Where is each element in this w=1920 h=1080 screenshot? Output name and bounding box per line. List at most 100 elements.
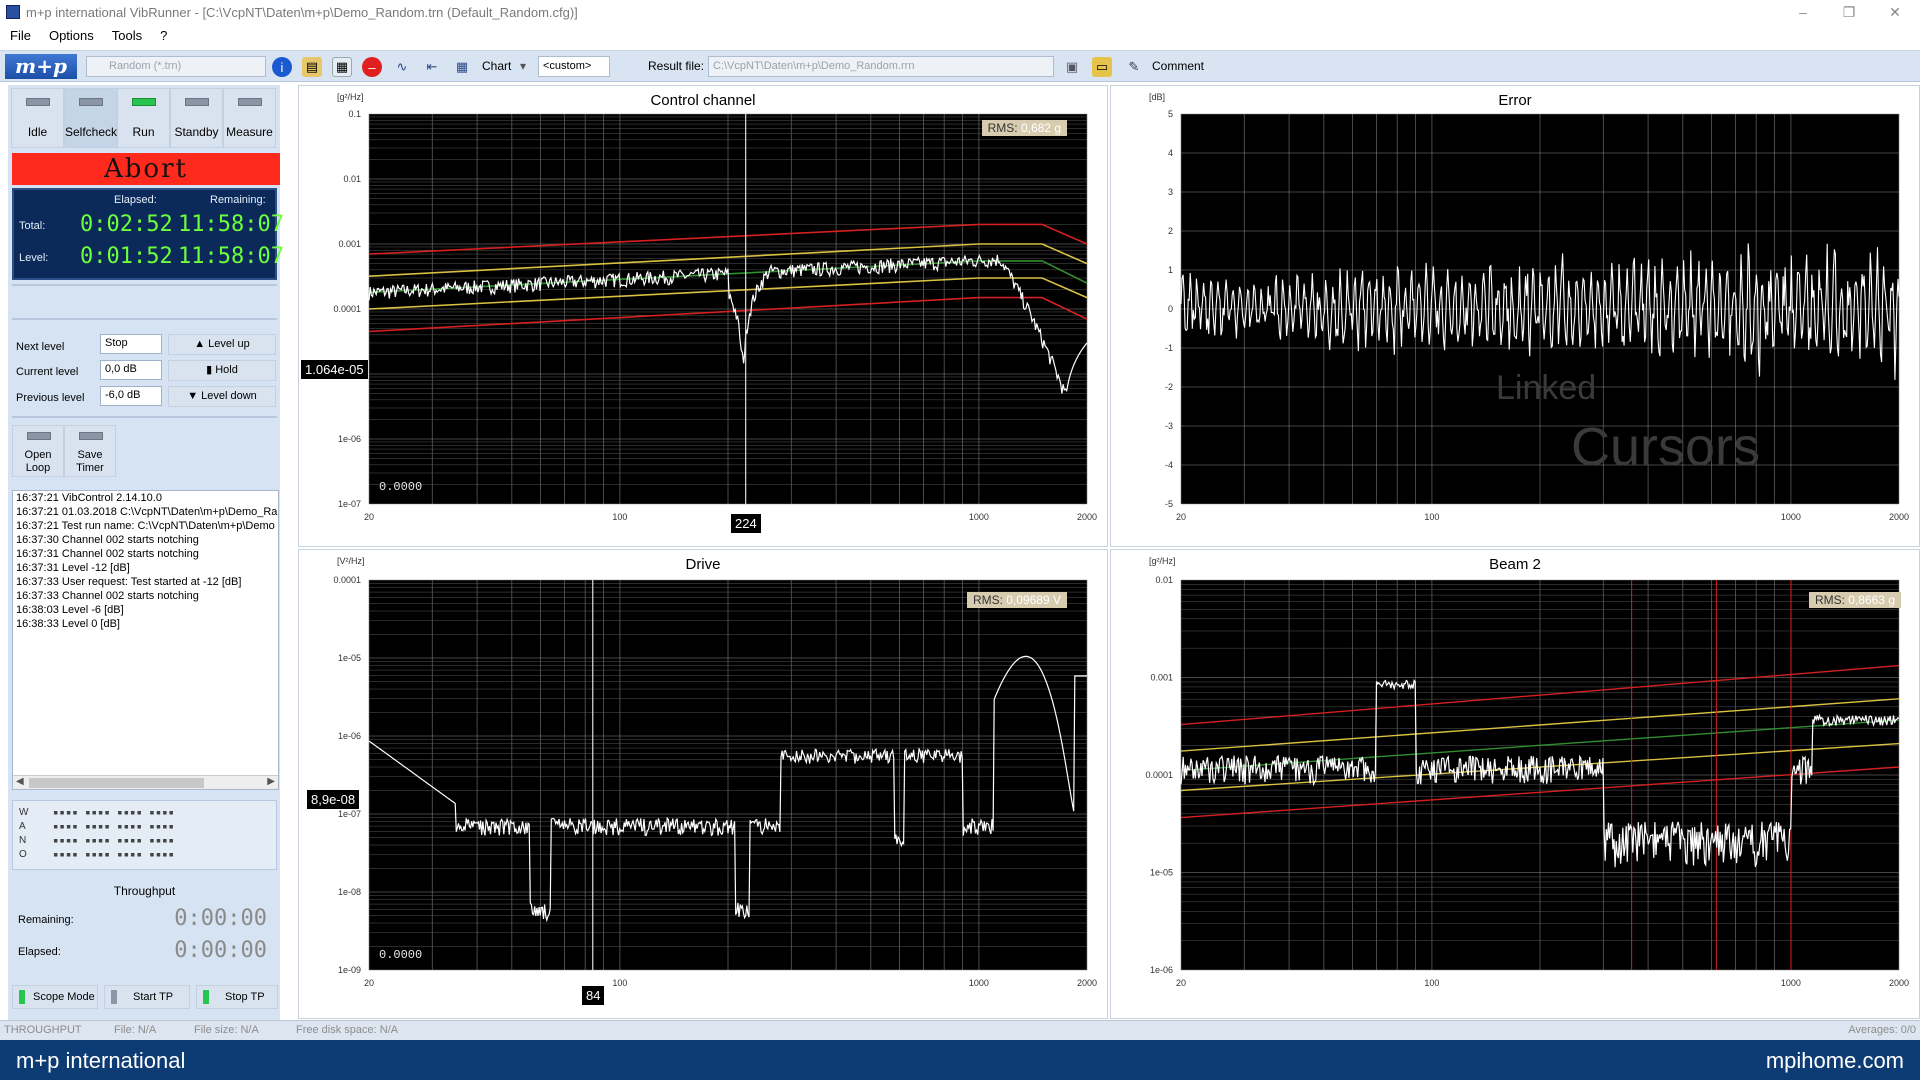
start-tp-button[interactable]: Start TP xyxy=(104,985,190,1009)
rms-badge: RMS: 0,682 g xyxy=(981,120,1067,136)
menu-tools[interactable]: Tools xyxy=(112,28,142,43)
result-file-path[interactable]: C:\VcpNT\Daten\m+p\Demo_Random.rrn xyxy=(708,56,1054,77)
led-dots-icon: ▪▪▪▪ ▪▪▪▪ ▪▪▪▪ ▪▪▪▪ ▪▪▪▪ ▪▪▪▪ ▪▪▪▪ ▪▪▪▪ ▪▪… xyxy=(53,808,175,860)
divider xyxy=(12,284,277,286)
scroll-left-icon[interactable]: ◀ xyxy=(16,776,24,787)
drive-chart[interactable]: Drive [V²/Hz] 0.0001 1e-05 1e-06 1e-07 1e-08… xyxy=(298,549,1108,1019)
save-timer-button[interactable]: Save Timer xyxy=(64,425,116,477)
y-tick-label: -2 xyxy=(1165,382,1173,392)
error-chart[interactable]: Error [dB] 5 4 3 2 1 0 -1 -2 -3 -4 -5 20 100 1000 2000… xyxy=(1110,85,1920,547)
book-icon[interactable]: ▤ xyxy=(302,57,322,77)
level-down-button[interactable]: ▼ Level down xyxy=(168,386,276,407)
custom-select[interactable]: <custom> xyxy=(538,56,610,77)
x-tick-label: 20 xyxy=(364,978,374,988)
stop-icon[interactable]: – xyxy=(362,57,382,77)
restore-icon[interactable]: ❐ xyxy=(1826,0,1872,24)
divider xyxy=(12,318,277,320)
control-channel-plot[interactable]: 0.10.010.0010.00011e-051e-061e-072010010… xyxy=(299,86,1109,548)
open-loop-button[interactable]: Open Loop xyxy=(12,425,64,477)
title-bar: m+p international VibRunner - [C:\VcpNT\… xyxy=(0,0,1920,24)
throughput-panel: Throughput Remaining: 0:00:00 Elapsed: 0… xyxy=(12,880,277,975)
mode-idle-button[interactable]: Idle xyxy=(11,88,64,148)
footer-website: mpihome.com xyxy=(1765,1048,1904,1073)
print-icon[interactable]: ▦ xyxy=(332,57,352,77)
status-led xyxy=(203,990,209,1004)
minimize-icon[interactable]: – xyxy=(1780,0,1826,24)
pause-icon: ▮ xyxy=(206,364,216,376)
throughput-title: Throughput xyxy=(113,884,176,898)
mp-logo: m+p xyxy=(5,54,77,79)
throughput-elapsed-label: Elapsed: xyxy=(18,946,61,958)
comment-button[interactable]: Comment xyxy=(1152,59,1204,73)
beam-2-chart[interactable]: Beam 2 [g²/Hz] 0.01 0.001 0.0001 1e-05 1e-06… xyxy=(1110,549,1920,1019)
x-tick-label: 20 xyxy=(1176,978,1186,988)
info-icon[interactable]: i xyxy=(272,57,292,77)
log-line: 16:37:33 User request: Test started at -… xyxy=(16,576,242,588)
next-level-field[interactable]: Stop xyxy=(100,334,162,354)
scroll-right-icon[interactable]: ▶ xyxy=(267,776,275,787)
mode-measure-button[interactable]: Measure xyxy=(223,88,276,148)
arrow-up-icon: ▲ xyxy=(194,338,209,350)
scroll-thumb[interactable] xyxy=(29,778,204,788)
hold-button[interactable]: ▮ Hold xyxy=(168,360,276,381)
timer-display: Elapsed: Remaining: Total: 0:02:52 11:58… xyxy=(12,188,284,280)
comment-icon[interactable]: ✎ xyxy=(1124,57,1144,77)
abort-button[interactable]: Abort xyxy=(12,153,280,185)
y-tick-label: 0.0001 xyxy=(1145,770,1173,780)
chart-menu[interactable]: Chart xyxy=(482,59,511,73)
led-letter: N xyxy=(19,835,27,846)
level-up-button[interactable]: ▲ Level up xyxy=(168,334,276,355)
mode-run-button[interactable]: Run xyxy=(117,88,170,148)
back-icon[interactable]: ⇤ xyxy=(422,57,442,77)
level-elapsed: 0:01:52 xyxy=(80,244,173,269)
window-title: m+p international VibRunner - [C:\VcpNT\… xyxy=(26,4,578,20)
beam-2-plot[interactable]: 0.01 0.001 0.0001 1e-05 1e-0620 100 1000 2000 xyxy=(1111,550,1920,1020)
y-tick-label: 0.01 xyxy=(1155,575,1173,585)
y-tick-label: 1e-05 xyxy=(1150,868,1173,878)
event-log[interactable]: 16:37:21 VibControl 2.14.10.0 16:37:21 0… xyxy=(12,490,279,790)
status-led xyxy=(26,98,50,106)
current-level-field[interactable]: 0,0 dB xyxy=(100,360,162,380)
mode-buttons: Idle Selfcheck Run Standby Measure xyxy=(11,88,287,148)
log-line: 16:38:03 Level -6 [dB] xyxy=(16,604,124,616)
log-scrollbar[interactable]: ◀ ▶ xyxy=(13,775,278,789)
y-tick-label: -5 xyxy=(1165,499,1173,509)
y-tick-label: 1e-07 xyxy=(338,499,361,509)
error-plot[interactable]: 5 4 3 2 1 0 -1 -2 -3 -4 -520 100 1000 2000 xyxy=(1111,86,1920,548)
previous-level-field[interactable]: -6,0 dB xyxy=(100,386,162,406)
result-file-label: Result file: xyxy=(648,59,705,73)
status-led xyxy=(19,990,25,1004)
menu-file[interactable]: File xyxy=(10,28,31,43)
chart-dropdown-icon[interactable]: ▾ xyxy=(520,59,526,73)
mode-selfcheck-button[interactable]: Selfcheck xyxy=(64,88,117,148)
current-level-label: Current level xyxy=(16,366,79,378)
total-remaining: 11:58:07 xyxy=(178,212,284,237)
watermark-text: Cursors xyxy=(1571,417,1761,477)
test-type-select[interactable]: Random (*.trn) xyxy=(86,56,266,77)
folder-icon[interactable]: ▭ xyxy=(1092,57,1112,77)
toolbar: m+p Random (*.trn) i ▤ ▦ – ∿ ⇤ ▦ Chart ▾… xyxy=(0,50,1920,82)
total-label: Total: xyxy=(19,220,46,232)
log-line: 16:37:21 Test run name: C:\VcpNT\Daten\m… xyxy=(16,520,275,532)
menu-help[interactable]: ? xyxy=(160,28,167,43)
y-tick-label: 2 xyxy=(1168,226,1173,236)
control-channel-chart[interactable]: Control channel [g²/Hz] 0.1 0.01 0.001 0.00… xyxy=(298,85,1108,547)
y-tick-label: 4 xyxy=(1168,148,1173,158)
x-tick-label: 1000 xyxy=(1781,512,1801,522)
y-tick-label: 0.001 xyxy=(338,239,361,249)
signal-icon[interactable]: ∿ xyxy=(392,57,412,77)
y-tick-label: 1e-09 xyxy=(338,965,361,975)
save-icon[interactable]: ▣ xyxy=(1062,57,1082,77)
status-throughput: THROUGHPUT xyxy=(4,1024,82,1036)
y-tick-label: 0.01 xyxy=(343,174,361,184)
mode-standby-button[interactable]: Standby xyxy=(170,88,223,148)
stop-tp-button[interactable]: Stop TP xyxy=(196,985,278,1009)
log-line: 16:37:21 VibControl 2.14.10.0 xyxy=(16,492,162,504)
menu-options[interactable]: Options xyxy=(49,28,94,43)
status-led xyxy=(79,98,103,106)
scope-mode-button[interactable]: Scope Mode xyxy=(12,985,98,1009)
close-icon[interactable]: ✕ xyxy=(1872,0,1918,24)
led-letter: A xyxy=(19,821,26,832)
led-letter: O xyxy=(19,849,27,860)
grid-icon[interactable]: ▦ xyxy=(452,57,472,77)
